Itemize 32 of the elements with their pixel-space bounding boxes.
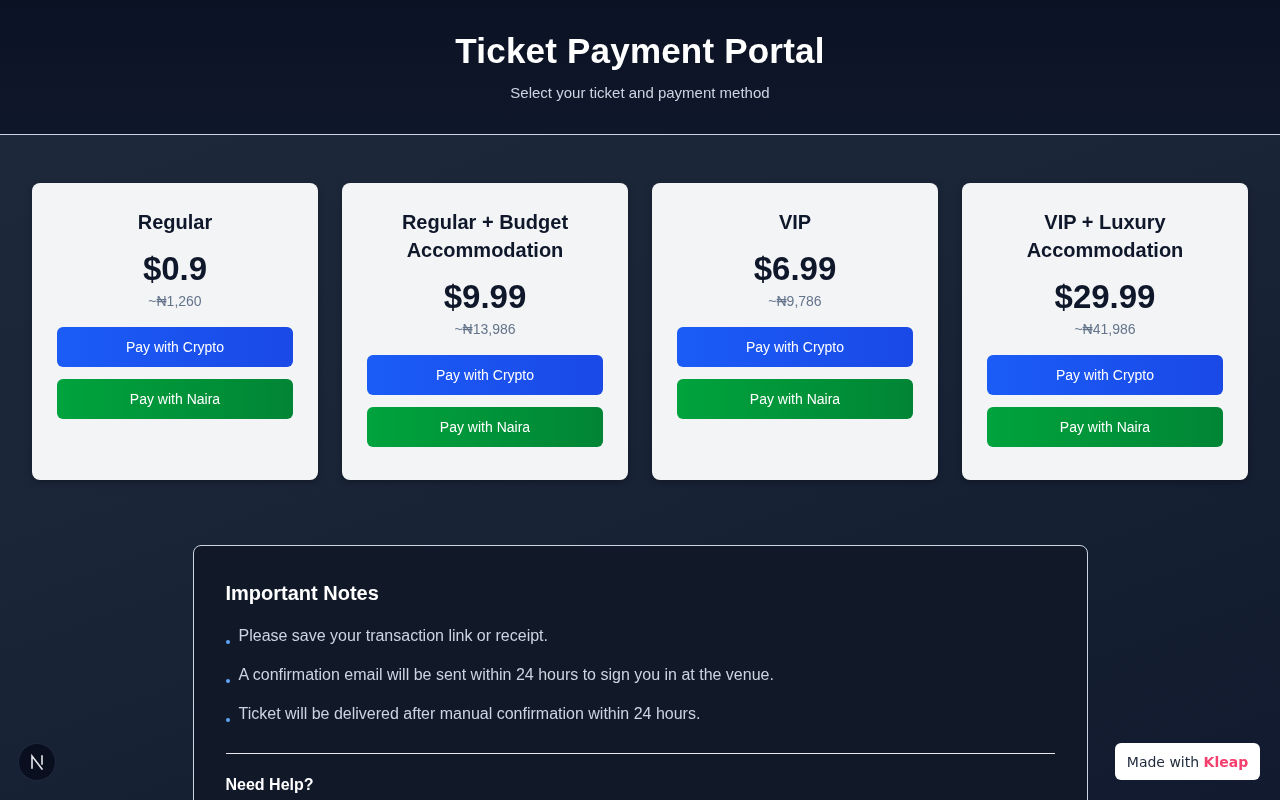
note-text: Ticket will be delivered after manual confirmation within 24 hours.: [238, 704, 701, 724]
pay-crypto-button[interactable]: Pay with Crypto: [367, 355, 603, 395]
notes-title: Important Notes: [225, 581, 380, 606]
pay-crypto-button[interactable]: Pay with Crypto: [987, 355, 1223, 395]
ticket-price: $9.99: [443, 277, 527, 317]
ticket-price: $6.99: [753, 249, 837, 289]
bullet-icon: [225, 718, 230, 722]
made-with-badge[interactable]: Made with Kleap: [1115, 743, 1260, 780]
pay-crypto-button[interactable]: Pay with Crypto: [57, 327, 293, 367]
pay-naira-button[interactable]: Pay with Naira: [367, 407, 603, 447]
bullet-icon: [225, 640, 230, 644]
pay-crypto-button[interactable]: Pay with Crypto: [677, 327, 913, 367]
note-text: A confirmation email will be sent within 24 hours to sign you in at the venue.: [238, 665, 774, 685]
page-subtitle: Select your ticket and payment method: [510, 83, 770, 103]
naira-price: ~₦1,260: [148, 292, 202, 310]
help-title: Need Help?: [225, 776, 315, 794]
note-text: Please save your transaction link or receipt.: [238, 626, 548, 646]
naira-price: ~₦9,786: [768, 292, 822, 310]
ticket-name: VIP: [778, 210, 812, 235]
logo-icon[interactable]: [18, 743, 56, 781]
ticket-name: Regular: [137, 210, 213, 235]
ticket-price: $29.99: [1054, 277, 1156, 317]
naira-price: ~₦13,986: [454, 320, 516, 338]
pay-naira-button[interactable]: Pay with Naira: [987, 407, 1223, 447]
pay-naira-button[interactable]: Pay with Naira: [677, 379, 913, 419]
ticket-price: $0.9: [142, 249, 208, 289]
page-title: Ticket Payment Portal: [455, 31, 825, 71]
pay-naira-button[interactable]: Pay with Naira: [57, 379, 293, 419]
bullet-icon: [225, 679, 230, 683]
ticket-name: Regular + Budget Accommodation: [400, 210, 570, 263]
ticket-name: VIP + Luxury Accommodation: [1025, 210, 1185, 263]
naira-price: ~₦41,986: [1074, 320, 1136, 338]
